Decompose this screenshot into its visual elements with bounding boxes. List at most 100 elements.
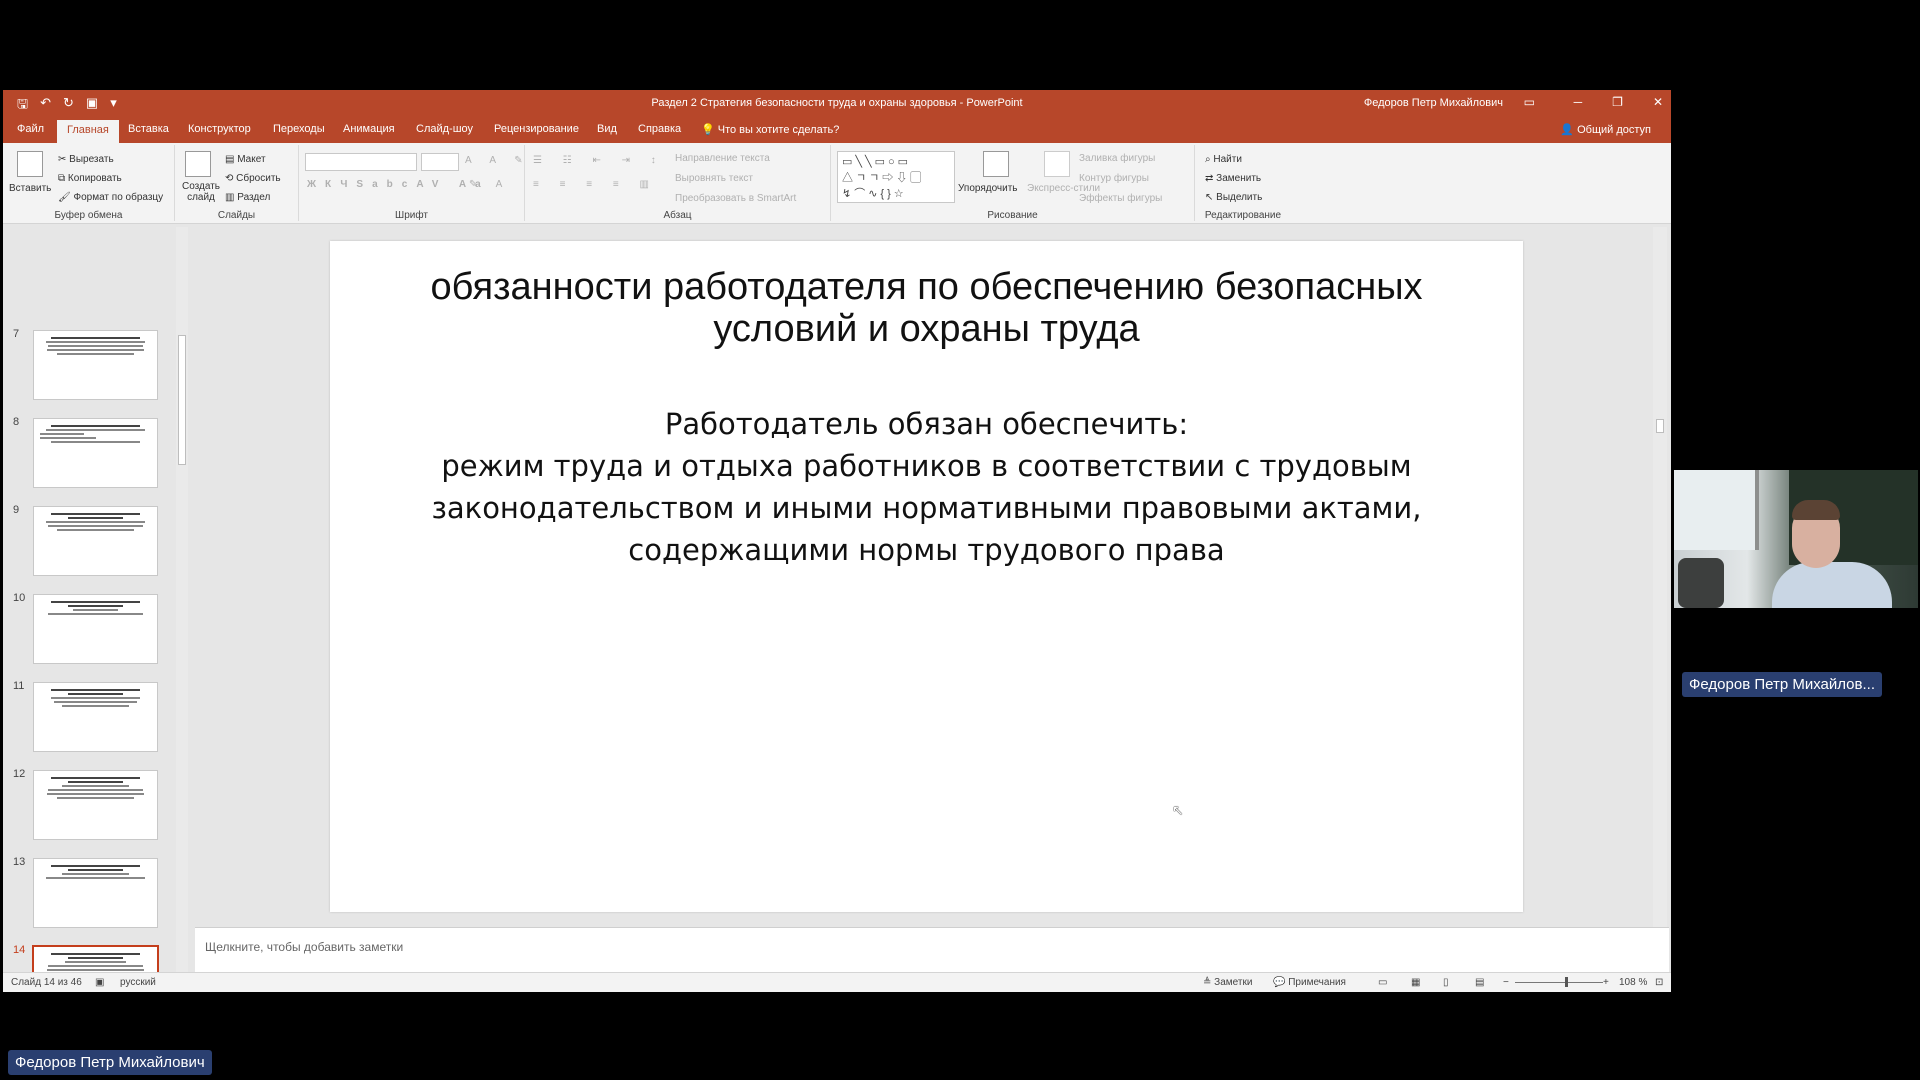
reset-button[interactable]: ⟲ Сбросить bbox=[225, 173, 281, 184]
align-text-button[interactable]: Выровнять текст bbox=[675, 173, 753, 184]
replace-button[interactable]: ⇄ Заменить bbox=[1205, 173, 1261, 184]
tab-slideshow[interactable]: Слайд-шоу bbox=[416, 123, 473, 135]
webcam-video-tile[interactable] bbox=[1674, 470, 1918, 608]
slide-thumbnail-current[interactable] bbox=[32, 945, 159, 972]
window-controls: ─ ❐ ✕ bbox=[1574, 95, 1663, 109]
slideshow-view-icon[interactable]: ▤ bbox=[1475, 977, 1484, 988]
tab-review[interactable]: Рецензирование bbox=[494, 123, 579, 135]
slide-thumbnail[interactable] bbox=[33, 330, 158, 400]
current-slide[interactable]: обязанности работодателя по обеспечению … bbox=[330, 241, 1523, 912]
slide-thumbnail[interactable] bbox=[33, 682, 158, 752]
normal-view-icon[interactable]: ▭ bbox=[1378, 977, 1387, 988]
tab-home[interactable]: Главная bbox=[57, 120, 119, 143]
select-button[interactable]: ↖ Выделить bbox=[1205, 192, 1262, 203]
reading-view-icon[interactable]: ▯ bbox=[1443, 977, 1449, 988]
account-name[interactable]: Федоров Петр Михайлович bbox=[1364, 97, 1503, 109]
comments-toggle[interactable]: 💬 Примечания bbox=[1273, 977, 1346, 988]
paste-button[interactable]: Вставить bbox=[9, 183, 51, 194]
comment-icon: 💬 bbox=[1273, 977, 1286, 988]
zoom-out-icon[interactable]: − bbox=[1503, 977, 1509, 988]
thumbnail-row[interactable]: 12 bbox=[3, 768, 193, 842]
slide-sorter-icon[interactable]: ▦ bbox=[1411, 977, 1420, 988]
font-size-box[interactable] bbox=[421, 153, 459, 171]
cut-button[interactable]: ✂ Вырезать bbox=[58, 154, 114, 165]
arrange-icon[interactable] bbox=[983, 151, 1009, 177]
clipboard-group: Вставить ✂ Вырезать ⧉ Копировать 🖌 Форма… bbox=[3, 145, 175, 221]
slide-body-line: законодательством и иными нормативными п… bbox=[431, 491, 1422, 525]
zoom-level[interactable]: 108 % bbox=[1619, 977, 1647, 988]
language-indicator[interactable]: русский bbox=[120, 977, 156, 988]
zoom-in-icon[interactable]: + bbox=[1603, 977, 1609, 988]
section-button[interactable]: ▥ Раздел bbox=[225, 192, 270, 203]
shape-fill-button[interactable]: Заливка фигуры bbox=[1079, 153, 1155, 164]
arrange-button[interactable]: Упорядочить bbox=[958, 183, 1018, 194]
minimize-icon[interactable]: ─ bbox=[1574, 95, 1583, 109]
shape-outline-button[interactable]: Контур фигуры bbox=[1079, 173, 1149, 184]
tab-transitions[interactable]: Переходы bbox=[273, 123, 325, 135]
replace-label: Заменить bbox=[1216, 173, 1262, 184]
format-painter-button[interactable]: 🖌 Формат по образцу bbox=[58, 192, 163, 203]
webcam-person-body bbox=[1772, 562, 1892, 608]
quick-styles-icon[interactable] bbox=[1044, 151, 1070, 177]
slide-body[interactable]: Работодатель обязан обеспечить: режим тр… bbox=[390, 403, 1463, 571]
tab-file[interactable]: Файл bbox=[17, 123, 44, 135]
restore-icon[interactable]: ❐ bbox=[1612, 95, 1623, 109]
thumbnails-scrollbar[interactable] bbox=[176, 227, 188, 972]
slide-thumbnail[interactable] bbox=[33, 858, 158, 928]
font-color-buttons[interactable]: ✎ A bbox=[469, 179, 510, 190]
font-format-buttons[interactable]: ЖКЧSabcAV Aa bbox=[307, 179, 490, 190]
thumbnail-row[interactable]: 13 bbox=[3, 856, 193, 930]
slide-body-line: режим труда и отдыха работников в соотве… bbox=[441, 449, 1412, 483]
find-button[interactable]: ⌕ Найти bbox=[1205, 154, 1242, 165]
layout-icon: ▤ bbox=[225, 154, 235, 165]
thumbnail-row[interactable]: 8 bbox=[3, 416, 193, 490]
slide-title-line: условий и охраны труда bbox=[713, 308, 1140, 350]
thumbnail-row[interactable]: 7 bbox=[3, 328, 193, 402]
slide-title[interactable]: обязанности работодателя по обеспечению … bbox=[370, 266, 1483, 350]
spellcheck-icon[interactable]: ▣ bbox=[95, 977, 104, 988]
fit-to-window-icon[interactable]: ⊡ bbox=[1655, 977, 1663, 988]
slide-thumbnail[interactable] bbox=[33, 418, 158, 488]
tab-design[interactable]: Конструктор bbox=[188, 123, 251, 135]
new-slide-button[interactable]: Создать слайд bbox=[181, 181, 221, 203]
scrollbar-thumb[interactable] bbox=[178, 335, 186, 465]
tell-me-box[interactable]: 💡 Что вы хотите сделать? bbox=[701, 123, 839, 136]
font-size-controls[interactable]: A A ✎ bbox=[465, 155, 531, 166]
ribbon-display-options-icon[interactable]: ▭ bbox=[1524, 95, 1535, 109]
paste-icon[interactable] bbox=[17, 151, 43, 177]
select-label: Выделить bbox=[1216, 192, 1263, 203]
thumbnail-row[interactable]: 10 bbox=[3, 592, 193, 666]
thumbnail-row[interactable]: 11 bbox=[3, 680, 193, 754]
slide-scrollbar[interactable] bbox=[1653, 227, 1667, 927]
new-slide-icon[interactable] bbox=[185, 151, 211, 177]
tab-help[interactable]: Справка bbox=[638, 123, 681, 135]
slide-thumbnail[interactable] bbox=[33, 770, 158, 840]
tab-animations[interactable]: Анимация bbox=[343, 123, 395, 135]
list-buttons[interactable]: ☰ ☷ ⇤ ⇥ ↕ bbox=[533, 155, 665, 166]
zoom-slider[interactable] bbox=[1515, 977, 1603, 987]
align-buttons[interactable]: ≡ ≡ ≡ ≡ ▥ bbox=[533, 179, 658, 190]
thumbnail-row-current[interactable]: 14 bbox=[3, 944, 193, 972]
font-name-box[interactable] bbox=[305, 153, 417, 171]
copy-button[interactable]: ⧉ Копировать bbox=[58, 173, 122, 184]
slide-thumbnail[interactable] bbox=[33, 506, 158, 576]
convert-smartart-button[interactable]: Преобразовать в SmartArt bbox=[675, 193, 796, 204]
layout-label: Макет bbox=[237, 154, 266, 165]
tab-insert[interactable]: Вставка bbox=[128, 123, 169, 135]
text-direction-button[interactable]: Направление текста bbox=[675, 153, 770, 164]
webcam-background-object bbox=[1678, 558, 1724, 608]
slide-thumbnail[interactable] bbox=[33, 594, 158, 664]
notes-pane[interactable]: Щелкните, чтобы добавить заметки bbox=[195, 927, 1669, 972]
scrollbar-thumb[interactable] bbox=[1656, 419, 1664, 433]
thumbnail-row[interactable]: 9 bbox=[3, 504, 193, 578]
notes-toggle[interactable]: ≜ Заметки bbox=[1203, 977, 1252, 988]
tab-view[interactable]: Вид bbox=[597, 123, 617, 135]
person-icon: 👤 bbox=[1560, 124, 1575, 136]
zoom-slider-knob[interactable] bbox=[1565, 977, 1568, 987]
share-button[interactable]: 👤 Общий доступ bbox=[1560, 123, 1651, 136]
shape-effects-button[interactable]: Эффекты фигуры bbox=[1079, 193, 1162, 204]
replace-icon: ⇄ bbox=[1205, 173, 1214, 184]
close-icon[interactable]: ✕ bbox=[1653, 95, 1663, 109]
shapes-gallery[interactable]: ▭╲╲▭○▭ △ㄱㄱ⇨⇩▢ ↯⌒∿{}☆ bbox=[837, 151, 955, 203]
layout-button[interactable]: ▤ Макет bbox=[225, 154, 266, 165]
